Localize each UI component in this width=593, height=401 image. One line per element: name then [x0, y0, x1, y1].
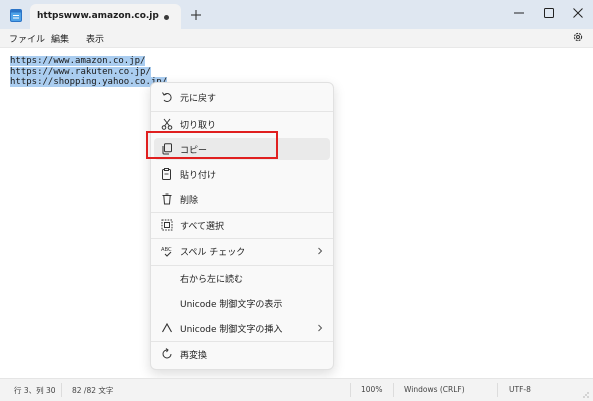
undo-icon [161, 91, 173, 103]
menu-file[interactable]: ファイル [9, 32, 45, 45]
maximize-button[interactable] [534, 2, 564, 24]
context-menu: 元に戻す 切り取り コピー 貼り付け 削除 すべて選択 ABC スペル チェック… [150, 82, 334, 370]
menu-view[interactable]: 表示 [86, 32, 104, 45]
gear-icon[interactable] [572, 31, 584, 43]
title-bar: httpswww.amazon.co.jp [0, 0, 593, 29]
zoom-level[interactable]: 100% [361, 385, 382, 394]
menu-separator [151, 341, 333, 342]
menu-item-label: 再変換 [180, 351, 208, 361]
scissors-icon [161, 118, 173, 130]
highlight-box-copy [146, 131, 278, 159]
tab-document[interactable]: httpswww.amazon.co.jp [30, 4, 181, 29]
text-line: https://shopping.yahoo.co.jp/ [10, 77, 168, 88]
encoding[interactable]: UTF-8 [509, 385, 531, 394]
paste-icon [161, 168, 173, 180]
menu-item-label: 元に戻す [180, 94, 217, 104]
menu-item-undo[interactable]: 元に戻す [154, 86, 330, 108]
menu-item-spellcheck[interactable]: ABC スペル チェック [154, 240, 330, 262]
status-divider [61, 383, 62, 397]
menu-bar: ファイル 編集 表示 [0, 29, 593, 47]
trash-icon [161, 193, 173, 205]
status-bar: 行 3、列 30 82 /82 文字 100% Windows (CRLF) U… [0, 378, 593, 401]
status-divider [497, 383, 498, 397]
line-ending[interactable]: Windows (CRLF) [404, 385, 465, 394]
menu-item-label: 切り取り [180, 121, 217, 131]
menu-item-reconvert[interactable]: 再変換 [154, 343, 330, 365]
menu-item-label: スペル チェック [180, 248, 246, 258]
text-line: https://www.amazon.co.jp/ [10, 56, 146, 66]
menu-item-label: すべて選択 [180, 222, 225, 232]
menu-item-show-unicode[interactable]: Unicode 制御文字の表示 [154, 292, 330, 314]
minimize-button[interactable] [504, 2, 534, 24]
text-line: https://www.rakuten.co.jp/ [10, 66, 151, 77]
notepad-icon [10, 8, 22, 22]
new-tab-plus-icon[interactable] [189, 8, 203, 22]
menu-item-insert-unicode[interactable]: Unicode 制御文字の挿入 [154, 317, 330, 339]
menu-item-label: Unicode 制御文字の表示 [180, 300, 283, 310]
menu-item-label: Unicode 制御文字の挿入 [180, 325, 283, 335]
status-divider [350, 383, 351, 397]
cursor-position: 行 3、列 30 [14, 386, 56, 395]
menu-item-rtl[interactable]: 右から左に読む [154, 267, 330, 289]
tab-title: httpswww.amazon.co.jp [37, 11, 159, 21]
unsaved-dot-icon[interactable] [164, 15, 169, 20]
menu-item-label: 右から左に読む [180, 275, 244, 285]
menu-item-delete[interactable]: 削除 [154, 188, 330, 210]
menu-item-label: 削除 [180, 196, 199, 206]
menu-item-label: 貼り付け [180, 171, 217, 181]
close-button[interactable] [563, 2, 593, 24]
menu-item-select-all[interactable]: すべて選択 [154, 214, 330, 236]
menu-separator [151, 212, 333, 213]
reconvert-icon [161, 348, 173, 360]
select-all-icon [161, 219, 173, 231]
char-count: 82 /82 文字 [72, 386, 114, 395]
close-icon [573, 8, 583, 18]
menu-separator [151, 265, 333, 266]
chevron-right-icon [317, 324, 323, 332]
menu-item-paste[interactable]: 貼り付け [154, 163, 330, 185]
text-content[interactable]: https://www.amazon.co.jp/ https://www.ra… [10, 56, 168, 88]
spellcheck-icon: ABC [161, 245, 173, 257]
status-divider [393, 383, 394, 397]
maximize-icon [544, 8, 554, 18]
minimize-icon [514, 12, 524, 14]
resize-grip-icon[interactable] [583, 391, 589, 398]
chevron-right-icon [317, 247, 323, 255]
menu-separator [151, 238, 333, 239]
menu-edit[interactable]: 編集 [51, 32, 69, 45]
insert-caret-icon [161, 322, 173, 334]
menu-separator [151, 111, 333, 112]
